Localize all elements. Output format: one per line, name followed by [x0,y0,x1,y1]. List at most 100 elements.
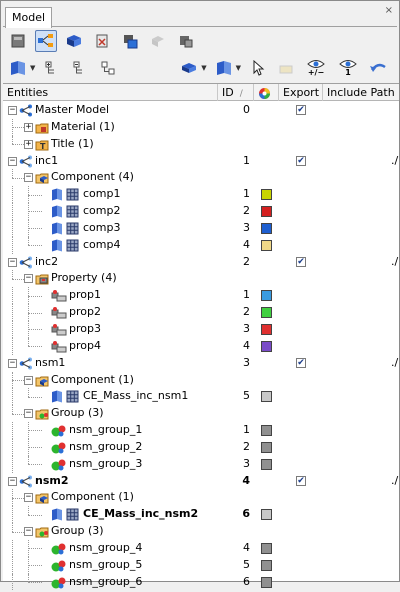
column-header-color[interactable] [254,84,279,101]
export-checkbox[interactable]: ✔ [296,357,306,368]
browser-toolbar-bottom: ▼ ▼ ▼ +/− 1 [7,56,395,80]
tab-model[interactable]: Model [5,7,53,28]
collapse-toggle[interactable]: − [8,476,17,486]
table-row[interactable]: comp4 4 [3,236,399,254]
color-swatch[interactable] [261,189,272,201]
table-row[interactable]: + T Title (1) [3,135,399,153]
collapse-toggle[interactable]: − [24,493,33,503]
color-swatch[interactable] [261,425,272,437]
table-row[interactable]: + Material (1) [3,118,399,136]
show-hide-button[interactable]: +/− [303,55,329,81]
include-dim-button[interactable] [147,30,169,52]
table-row[interactable]: prop1 1 [3,287,399,305]
solver-button[interactable] [175,30,197,52]
chevron-down-icon[interactable]: ▼ [30,64,35,72]
show-only-button[interactable]: 1 [335,55,361,81]
export-checkbox[interactable]: ✔ [296,105,306,115]
chevron-down-icon[interactable]: ▼ [201,64,206,72]
collapse-toggle[interactable]: − [8,106,17,115]
collapse-toggle[interactable]: − [24,409,33,419]
color-swatch[interactable] [261,206,272,218]
include-filter-icon [216,61,231,75]
table-row[interactable]: − inc2 2 ✔ ./ [3,254,399,271]
collapse-toggle[interactable]: − [24,527,33,537]
collapse-tree-icon [73,61,83,74]
column-header-id[interactable]: ID / [218,84,254,101]
table-row[interactable]: − Component (4) [3,169,399,186]
group-folder-icon [35,407,49,420]
model-tree-button[interactable] [35,30,57,52]
include-view-button[interactable] [7,57,29,79]
column-header-include-path[interactable]: Include Path [323,84,399,101]
collapse-toggle[interactable]: − [24,274,33,284]
color-swatch[interactable] [261,509,272,521]
table-row[interactable]: nsm_group_5 5 [3,556,399,574]
table-row[interactable]: CE_Mass_inc_nsm2 6 [3,506,399,524]
table-row[interactable]: − Component (1) [3,371,399,389]
component-folder-icon [35,171,49,184]
column-header-entities[interactable]: Entities [3,84,218,101]
collapse-toggle[interactable]: − [8,358,17,368]
collapse-toggle[interactable]: − [24,173,33,183]
entity-name: comp2 [83,204,121,218]
chevron-down-icon[interactable]: ▼ [236,64,241,72]
table-row[interactable]: − Group (3) [3,523,399,540]
export-checkbox[interactable]: ✔ [296,155,306,166]
export-checkbox[interactable]: ✔ [296,475,306,486]
table-row[interactable]: − Group (3) [3,405,399,422]
color-swatch[interactable] [261,391,272,403]
color-swatch[interactable] [261,340,272,352]
table-row[interactable]: comp3 3 [3,219,399,237]
table-row[interactable]: comp1 1 [3,186,399,204]
collapse-toggle[interactable]: − [24,375,33,385]
select-button[interactable] [247,57,269,79]
color-swatch[interactable] [261,222,272,234]
entity-id: 4 [243,540,250,554]
table-row[interactable]: − Master Model 0 ✔ [3,102,399,119]
expand-toggle[interactable]: + [24,122,33,132]
color-swatch[interactable] [261,542,272,554]
collapse-toggle[interactable]: − [8,156,17,166]
color-swatch[interactable] [261,559,272,571]
display-mode-button[interactable] [178,57,200,79]
collapse-all-button[interactable] [69,57,91,79]
table-row[interactable]: − Component (1) [3,489,399,507]
export-checkbox[interactable]: ✔ [296,256,306,267]
table-row[interactable]: nsm_group_2 2 [3,438,399,456]
close-icon[interactable]: × [385,5,393,16]
database-button[interactable] [7,30,29,52]
color-swatch[interactable] [261,458,272,470]
table-row[interactable]: nsm_group_6 6 [3,573,399,591]
table-row[interactable]: CE_Mass_inc_nsm1 5 [3,388,399,406]
include-filter-button[interactable] [213,57,235,79]
table-row[interactable]: prop2 2 [3,304,399,321]
clear-button[interactable] [91,30,113,52]
column-header-export[interactable]: Export [279,84,323,101]
color-swatch[interactable] [261,307,272,319]
flatten-tree-button[interactable] [97,57,119,79]
color-swatch[interactable] [261,323,272,335]
table-row[interactable]: − nsm1 3 ✔ ./ [3,355,399,372]
color-swatch[interactable] [261,576,272,588]
table-row[interactable]: − nsm2 4 ✔ ./ [3,473,399,490]
import-button[interactable] [119,30,141,52]
table-row[interactable]: − Property (4) [3,270,399,287]
undo-view-button[interactable] [367,57,389,79]
table-row[interactable]: prop3 3 [3,320,399,338]
entity-name: nsm_group_5 [69,557,143,571]
component-view-button[interactable] [63,30,85,52]
highlight-button[interactable] [275,57,297,79]
table-row[interactable]: prop4 4 [3,337,399,355]
table-row[interactable]: nsm_group_1 1 [3,422,399,439]
component-view-icon [67,35,81,47]
expand-all-button[interactable] [41,57,63,79]
collapse-toggle[interactable]: − [8,257,17,267]
color-swatch[interactable] [261,290,272,302]
table-row[interactable]: nsm_group_4 4 [3,539,399,557]
color-swatch[interactable] [261,441,272,453]
table-row[interactable]: − inc1 1 ✔ ./ [3,153,399,170]
table-row[interactable]: comp2 2 [3,203,399,220]
expand-toggle[interactable]: + [24,139,33,149]
color-swatch[interactable] [261,239,272,251]
table-row[interactable]: nsm_group_3 3 [3,455,399,473]
